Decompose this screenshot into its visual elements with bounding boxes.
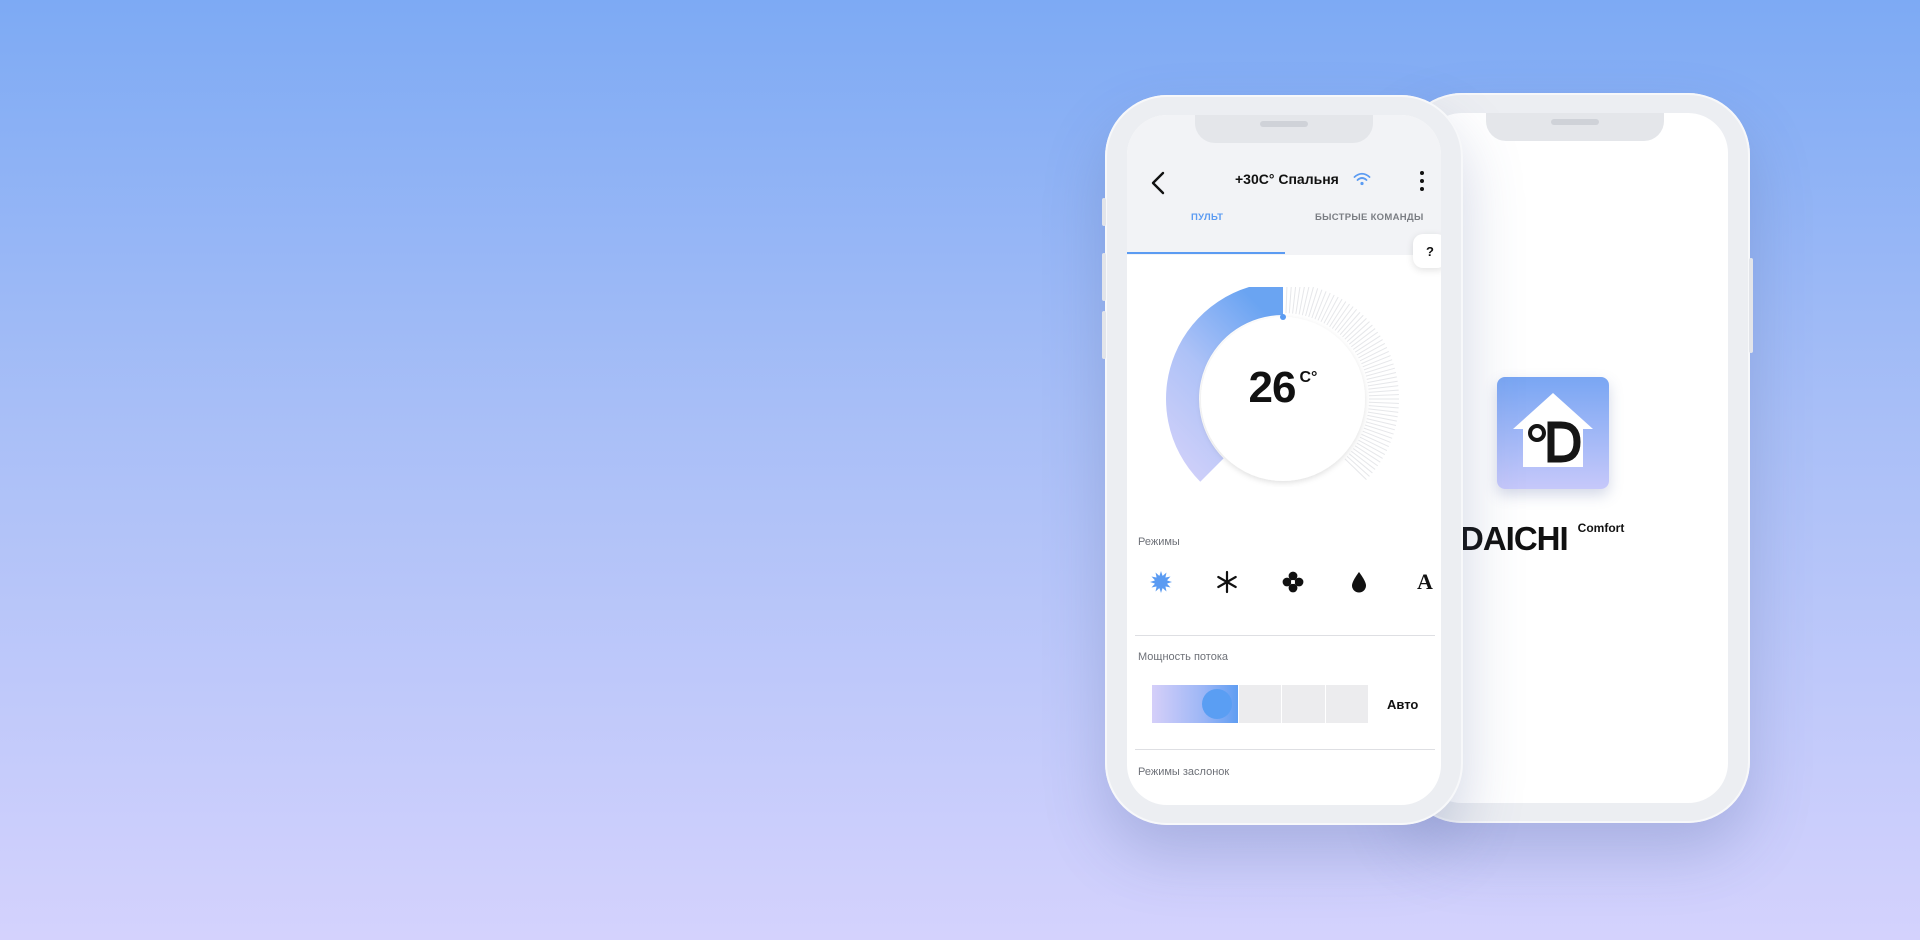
brand-name: ° DAICHI [1452,518,1569,558]
brand-wordmark: DAICHI [1460,520,1569,557]
auto-icon[interactable]: A [1413,569,1437,594]
temperature-unit: C° [1299,369,1318,386]
fan-icon[interactable] [1281,570,1305,594]
phone-controller: +30C° Спальня ПУЛЬТ БЫСТРЫЕ КОМАНДЫ ? 26… [1102,95,1463,825]
speaker [1551,119,1599,125]
brand-subtitle: Comfort [1577,521,1625,535]
controller-screen: +30C° Спальня ПУЛЬТ БЫСТРЫЕ КОМАНДЫ ? 26… [1127,115,1441,805]
snowflake-icon[interactable] [1215,570,1239,594]
flow-auto-button[interactable]: Авто [1387,697,1418,712]
sun-icon[interactable] [1149,570,1173,594]
flow-segment[interactable] [1324,685,1369,723]
tab-quick-commands[interactable]: БЫСТРЫЕ КОМАНДЫ [1315,212,1424,223]
device-title: +30C° Спальня [1235,171,1339,187]
dial-handle [1280,314,1286,320]
help-button[interactable]: ? [1413,234,1441,268]
tab-remote[interactable]: ПУЛЬТ [1191,212,1223,223]
modes-row: A [1149,569,1437,594]
flow-segment[interactable] [1237,685,1282,723]
chevron-left-icon[interactable] [1147,170,1169,196]
modes-label: Режимы [1138,536,1180,548]
wifi-icon [1353,172,1371,186]
drop-icon[interactable] [1347,570,1371,594]
notch [1486,113,1664,141]
temperature-value: 26 [1248,363,1297,412]
mute-switch [1102,198,1106,226]
power-button [1749,258,1753,353]
brand-logo: ° DAICHI Comfort [1452,518,1625,558]
speaker [1260,121,1308,127]
house-d-logo-icon [1497,377,1609,489]
flow-power-slider[interactable] [1152,685,1369,723]
device-title-group: +30C° Спальня [1235,171,1371,187]
divider [1135,749,1435,750]
notch [1195,115,1373,143]
flow-label: Мощность потока [1138,651,1229,663]
more-vertical-icon[interactable] [1419,170,1425,192]
flow-segment[interactable] [1281,685,1325,723]
dampers-label: Режимы заслонок [1138,766,1230,778]
volume-down-button [1102,311,1106,359]
temperature-readout: 26 C° [1221,363,1345,413]
divider [1135,635,1435,636]
splash-screen: ° DAICHI Comfort [1422,113,1728,803]
active-tab-indicator [1127,252,1285,254]
volume-up-button [1102,253,1106,301]
